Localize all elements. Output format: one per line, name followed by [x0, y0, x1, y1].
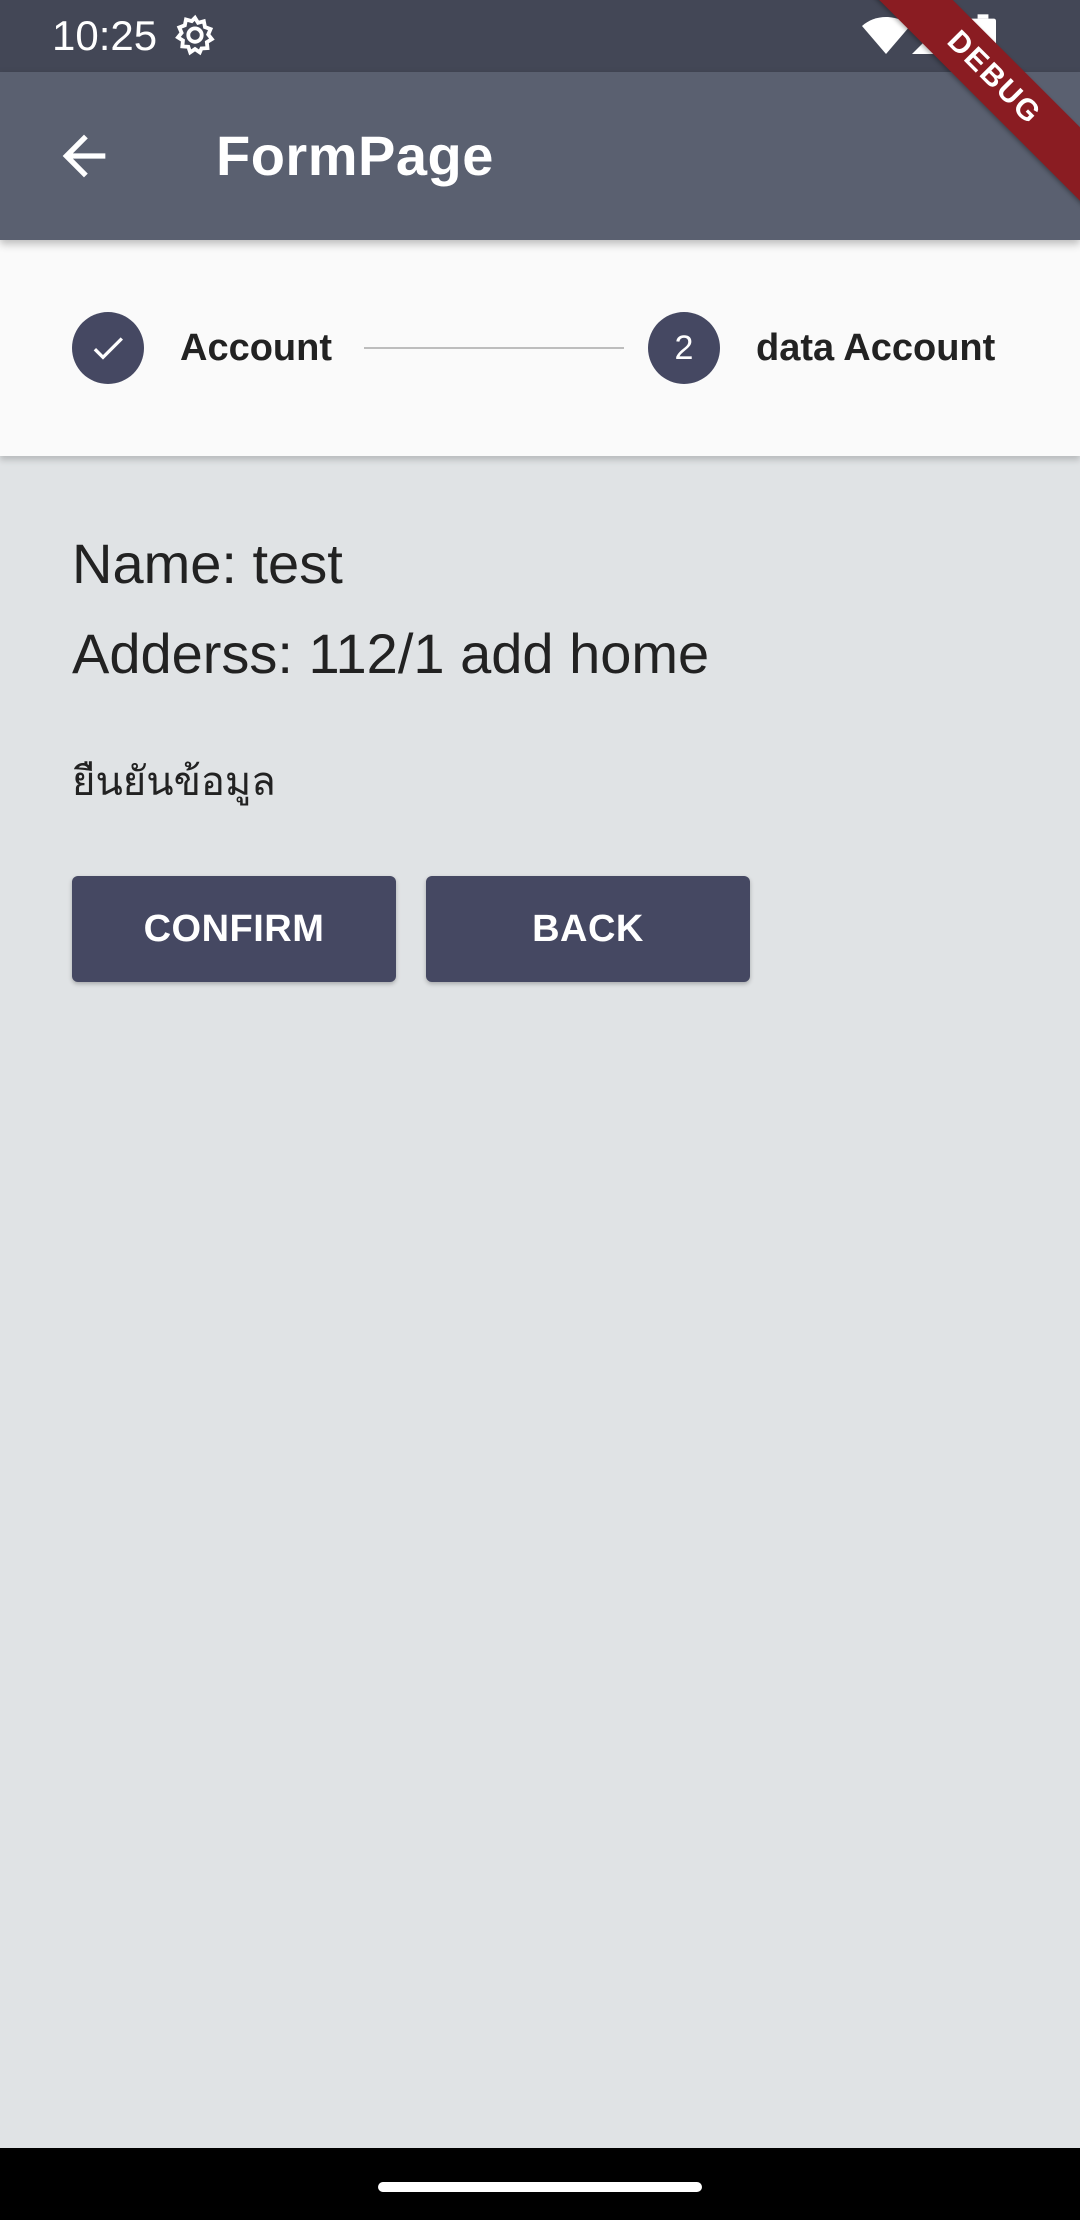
page-title: FormPage [216, 124, 494, 187]
check-icon [93, 337, 123, 360]
step-2-indicator[interactable]: 2 [648, 312, 720, 384]
confirm-prompt-text: ยืนยันข้อมูล [72, 760, 276, 804]
settings-gear-icon [175, 14, 215, 56]
name-text: Name: test [72, 532, 343, 595]
step-1-indicator[interactable] [72, 312, 144, 384]
system-nav-bar [0, 2148, 1080, 2220]
wifi-icon [862, 17, 910, 54]
address-text: Adderss: 112/1 add home [72, 622, 710, 685]
back-button[interactable]: BACK [426, 876, 750, 982]
arrow-back-icon[interactable] [52, 124, 116, 188]
home-gesture-handle[interactable] [378, 2182, 702, 2192]
app-bar: FormPage [0, 72, 1080, 240]
step-2-label[interactable]: data Account [756, 326, 995, 370]
cellular-signal-icon [912, 14, 952, 54]
battery-icon [970, 14, 996, 58]
step-1-label[interactable]: Account [180, 326, 332, 370]
stepper: Account 2 data Account [0, 240, 1080, 456]
confirm-button[interactable]: CONFIRM [72, 876, 396, 982]
status-time: 10:25 [52, 12, 158, 59]
step-connector [364, 347, 624, 349]
status-bar: 10:25 [0, 0, 1080, 72]
